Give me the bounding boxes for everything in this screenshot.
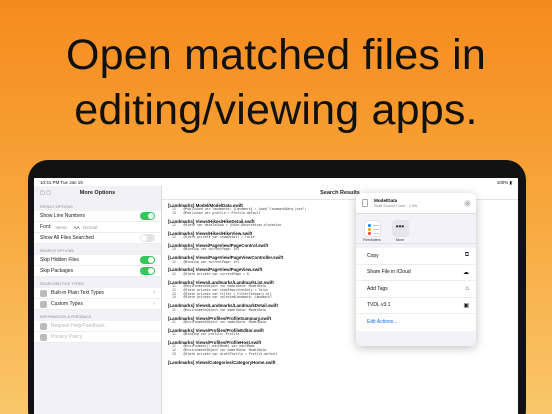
action-share-icloud[interactable]: Share File in iCloud ☁	[356, 265, 476, 281]
copy-icon: ⧉	[464, 252, 469, 259]
row-show-line-numbers: Show Line Numbers	[34, 211, 161, 222]
row-show-all-files: Show All Files Searched	[34, 233, 161, 244]
privacy-icon	[40, 333, 47, 341]
result-file-name[interactable]: [Landmarks] Views/Categories/CategoryHom…	[168, 360, 512, 365]
app-label: Reminders	[363, 238, 381, 242]
row-skip-hidden: Skip Hidden Files	[34, 255, 161, 266]
show-line-numbers-toggle[interactable]	[140, 212, 155, 220]
skip-hidden-toggle[interactable]	[140, 256, 155, 264]
status-bar: 10:41 PM Tue Jan 19 100% ▮	[34, 178, 518, 186]
action-label: Add Tags	[367, 285, 388, 292]
share-apps-row: Reminders ••• More	[356, 214, 476, 244]
font-value[interactable]: Menlo	[55, 225, 67, 230]
document-icon	[362, 199, 368, 207]
row-skip-packages: Skip Packages	[34, 266, 161, 277]
status-time: 10:41 PM Tue Jan 19	[40, 180, 83, 185]
action-label: TVDL v3.1	[367, 302, 391, 309]
sidebar-title: More Options	[79, 190, 116, 196]
share-sheet-header: ModelData Swift Source Code · 1 KB ✕	[356, 193, 476, 214]
headline-line-1: Open matched files in	[65, 31, 487, 79]
options-sidebar: ▢ ▢ More Options RESULT OPTIONS Show Lin…	[34, 186, 162, 414]
action-tvdl[interactable]: TVDL v3.1 ▣	[356, 298, 476, 314]
edit-actions-link[interactable]: Edit Actions...	[356, 314, 476, 331]
action-label: Share File in iCloud	[367, 269, 411, 276]
help-icon	[40, 322, 47, 330]
chevron-right-icon: ›	[153, 290, 155, 296]
share-actions: Copy ⧉ Share File in iCloud ☁ Add Tags ⌂…	[356, 248, 476, 331]
tvdl-icon: ▣	[463, 302, 469, 309]
row-privacy-policy[interactable]: Privacy Policy	[34, 332, 161, 343]
app-label: More	[395, 238, 405, 242]
app-reminders[interactable]: Reminders	[362, 220, 382, 243]
share-file-name: ModelData	[374, 198, 398, 203]
row-custom-types[interactable]: Custom Types ›	[34, 299, 161, 310]
share-file-type: Swift Source Code · 1 KB	[374, 204, 418, 208]
action-copy[interactable]: Copy ⧉	[356, 248, 476, 265]
row-font[interactable]: Font: Menlo AA Normal	[34, 222, 161, 233]
reminders-icon	[363, 220, 381, 237]
file-type-icon	[40, 300, 47, 308]
tag-icon: ⌂	[465, 285, 469, 292]
sidebar-header: ▢ ▢ More Options	[34, 186, 161, 200]
share-sheet: ModelData Swift Source Code · 1 KB ✕ Rem…	[356, 193, 476, 346]
action-label: Copy	[367, 252, 379, 259]
custom-types-label: Custom Types	[51, 301, 83, 307]
app-more[interactable]: ••• More	[390, 220, 410, 243]
result-file[interactable]: [Landmarks] Views/Categories/CategoryHom…	[162, 359, 518, 365]
icloud-share-icon: ☁	[463, 269, 469, 276]
row-builtin-types[interactable]: Built-in Plain Text Types ›	[34, 288, 161, 299]
font-aa-icon[interactable]: AA	[74, 225, 80, 230]
section-info: INFORMATION & FEEDBACK	[40, 315, 92, 319]
builtin-types-label: Built-in Plain Text Types	[51, 290, 104, 296]
file-type-icon	[40, 289, 47, 297]
section-search-options: SEARCH OPTIONS	[40, 249, 74, 253]
show-line-numbers-label: Show Line Numbers	[40, 213, 86, 219]
headline-line-2: editing/viewing apps.	[74, 86, 478, 134]
show-all-files-label: Show All Files Searched	[40, 235, 94, 241]
headline: Open matched files in editing/viewing ap…	[0, 28, 552, 138]
row-request-help[interactable]: Request Help/Feedback	[34, 321, 161, 332]
font-label: Font:	[40, 224, 52, 230]
edit-actions-label: Edit Actions...	[367, 319, 398, 326]
section-file-types: SEARCHED FILE TYPES	[40, 282, 84, 286]
font-size-value[interactable]: Normal	[83, 225, 98, 230]
show-all-files-toggle[interactable]	[140, 234, 155, 242]
action-add-tags[interactable]: Add Tags ⌂	[356, 281, 476, 298]
more-icon: •••	[391, 220, 409, 237]
close-icon[interactable]: ✕	[464, 200, 471, 207]
result-line[interactable]: 13 @State private var draftProfile = Pro…	[168, 352, 512, 357]
skip-packages-label: Skip Packages	[40, 268, 74, 274]
skip-packages-toggle[interactable]	[140, 267, 155, 275]
request-help-label: Request Help/Feedback	[51, 323, 105, 329]
privacy-policy-label: Privacy Policy	[51, 334, 83, 340]
section-result-options: RESULT OPTIONS	[40, 205, 73, 209]
skip-hidden-label: Skip Hidden Files	[40, 257, 79, 263]
chevron-right-icon: ›	[153, 301, 155, 307]
